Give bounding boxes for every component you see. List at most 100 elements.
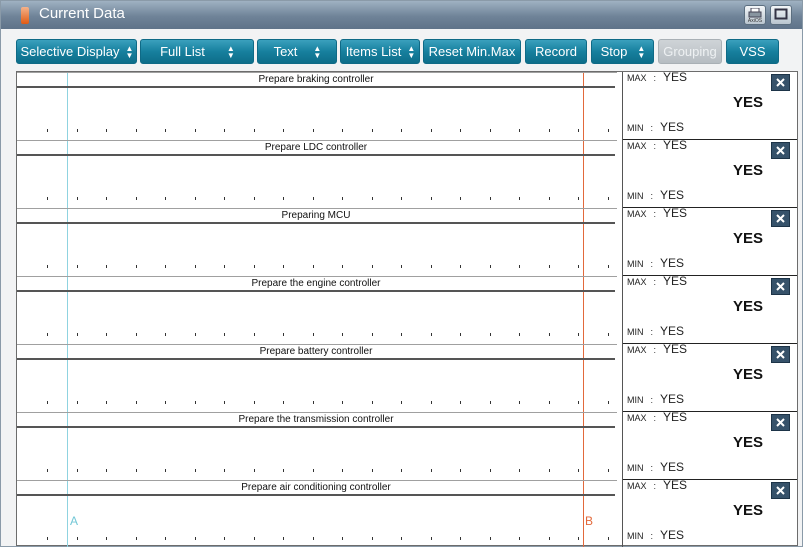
- print-button[interactable]: AxiOS: [744, 5, 766, 25]
- min-label: MIN: [627, 259, 644, 269]
- row-top-border: [17, 208, 617, 209]
- grid-tick: [371, 265, 373, 268]
- value-cell: MAX: YES YES MIN: YES: [623, 274, 797, 344]
- max-colon: :: [653, 413, 657, 423]
- toolbar: Selective Display ▲ ▼ Full List ▲ ▼ Text ▲…: [1, 29, 802, 69]
- grid-tick: [607, 401, 609, 404]
- text-button[interactable]: Text ▲ ▼: [257, 39, 337, 64]
- grid-tick: [165, 129, 166, 132]
- close-icon: [776, 78, 785, 87]
- grid-tick: [47, 333, 48, 336]
- chevron-updown-icon: ▲ ▼: [407, 43, 416, 60]
- grid-ticks: [17, 469, 617, 472]
- min-label: MIN: [627, 123, 644, 133]
- signal-line: [17, 494, 615, 496]
- chevron-updown-icon: ▲ ▼: [637, 43, 646, 60]
- row-label: Prepare the transmission controller: [238, 414, 394, 425]
- row-top-border: [17, 412, 617, 413]
- vss-button[interactable]: VSS: [726, 39, 779, 64]
- grid-tick: [578, 401, 579, 404]
- grid-tick: [165, 265, 166, 268]
- items-list-button[interactable]: Items List ▲ ▼: [340, 39, 420, 64]
- grid-tick: [283, 129, 284, 132]
- grid-tick: [312, 333, 314, 336]
- remove-row-button[interactable]: [771, 414, 790, 431]
- grid-tick: [194, 197, 196, 200]
- chevron-updown-icon: ▲ ▼: [226, 43, 235, 60]
- remove-row-button[interactable]: [771, 74, 790, 91]
- grid-tick: [135, 401, 137, 404]
- grid-tick: [578, 469, 579, 472]
- grid-tick: [371, 401, 373, 404]
- max-value: YES: [663, 342, 688, 356]
- grid-tick: [283, 469, 284, 472]
- grid-tick: [312, 469, 314, 472]
- grid-tick: [312, 265, 314, 268]
- grid-tick: [371, 333, 373, 336]
- grid-tick: [194, 333, 196, 336]
- grid-tick: [47, 197, 48, 200]
- remove-row-button[interactable]: [771, 482, 790, 499]
- items-list-label: Items List: [345, 44, 402, 59]
- grid-tick: [578, 537, 579, 540]
- max-value: YES: [663, 410, 688, 424]
- grid-tick: [76, 265, 78, 268]
- min-value: YES: [660, 120, 685, 134]
- stop-button[interactable]: Stop ▲ ▼: [591, 39, 654, 64]
- row-label: Prepare battery controller: [259, 346, 373, 357]
- remove-row-button[interactable]: [771, 278, 790, 295]
- full-list-button[interactable]: Full List ▲ ▼: [140, 39, 254, 64]
- grid-tick: [401, 129, 402, 132]
- grid-tick: [401, 197, 402, 200]
- close-icon: [776, 146, 785, 155]
- record-button[interactable]: Record: [525, 39, 587, 64]
- grid-tick: [607, 469, 609, 472]
- grouping-button[interactable]: Grouping: [658, 39, 722, 64]
- selective-display-button[interactable]: Selective Display ▲ ▼: [16, 39, 137, 64]
- max-colon: :: [653, 141, 657, 151]
- max-label: MAX: [627, 209, 647, 219]
- grid-tick: [135, 129, 137, 132]
- min-colon: :: [650, 191, 654, 201]
- min-readout: MIN: YES: [627, 120, 684, 134]
- min-colon: :: [650, 123, 654, 133]
- row-top-border: [17, 140, 617, 141]
- min-colon: :: [650, 395, 654, 405]
- grid-tick: [489, 129, 491, 132]
- close-icon: [776, 418, 785, 427]
- grid-tick: [519, 401, 520, 404]
- max-label: MAX: [627, 73, 647, 83]
- grid-tick: [607, 129, 609, 132]
- min-readout: MIN: YES: [627, 528, 684, 542]
- grid-tick: [460, 333, 461, 336]
- remove-row-button[interactable]: [771, 210, 790, 227]
- grid-tick: [371, 197, 373, 200]
- grid-tick: [47, 129, 48, 132]
- title-bar: Current Data AxiOS: [1, 1, 802, 29]
- value-cell: MAX: YES YES MIN: YES: [623, 410, 797, 480]
- grid-tick: [76, 129, 78, 132]
- grid-tick: [548, 197, 550, 200]
- grid-tick: [283, 265, 284, 268]
- maximize-icon: [774, 8, 788, 20]
- max-readout: MAX: YES: [627, 206, 687, 220]
- max-readout: MAX: YES: [627, 478, 687, 492]
- max-colon: :: [653, 73, 657, 83]
- grid-tick: [460, 469, 461, 472]
- remove-row-button[interactable]: [771, 142, 790, 159]
- reset-min-max-button[interactable]: Reset Min.Max: [423, 39, 521, 64]
- min-value: YES: [660, 256, 685, 270]
- max-label: MAX: [627, 481, 647, 491]
- grid-tick: [519, 129, 520, 132]
- remove-row-button[interactable]: [771, 346, 790, 363]
- grid-tick: [106, 469, 107, 472]
- grid-tick: [224, 129, 225, 132]
- grid-tick: [253, 469, 255, 472]
- max-readout: MAX: YES: [627, 410, 687, 424]
- grid-tick: [401, 401, 402, 404]
- min-colon: :: [650, 531, 654, 541]
- maximize-button[interactable]: [770, 5, 792, 25]
- grid-tick: [342, 537, 343, 540]
- grid-tick: [253, 401, 255, 404]
- grid-tick: [460, 537, 461, 540]
